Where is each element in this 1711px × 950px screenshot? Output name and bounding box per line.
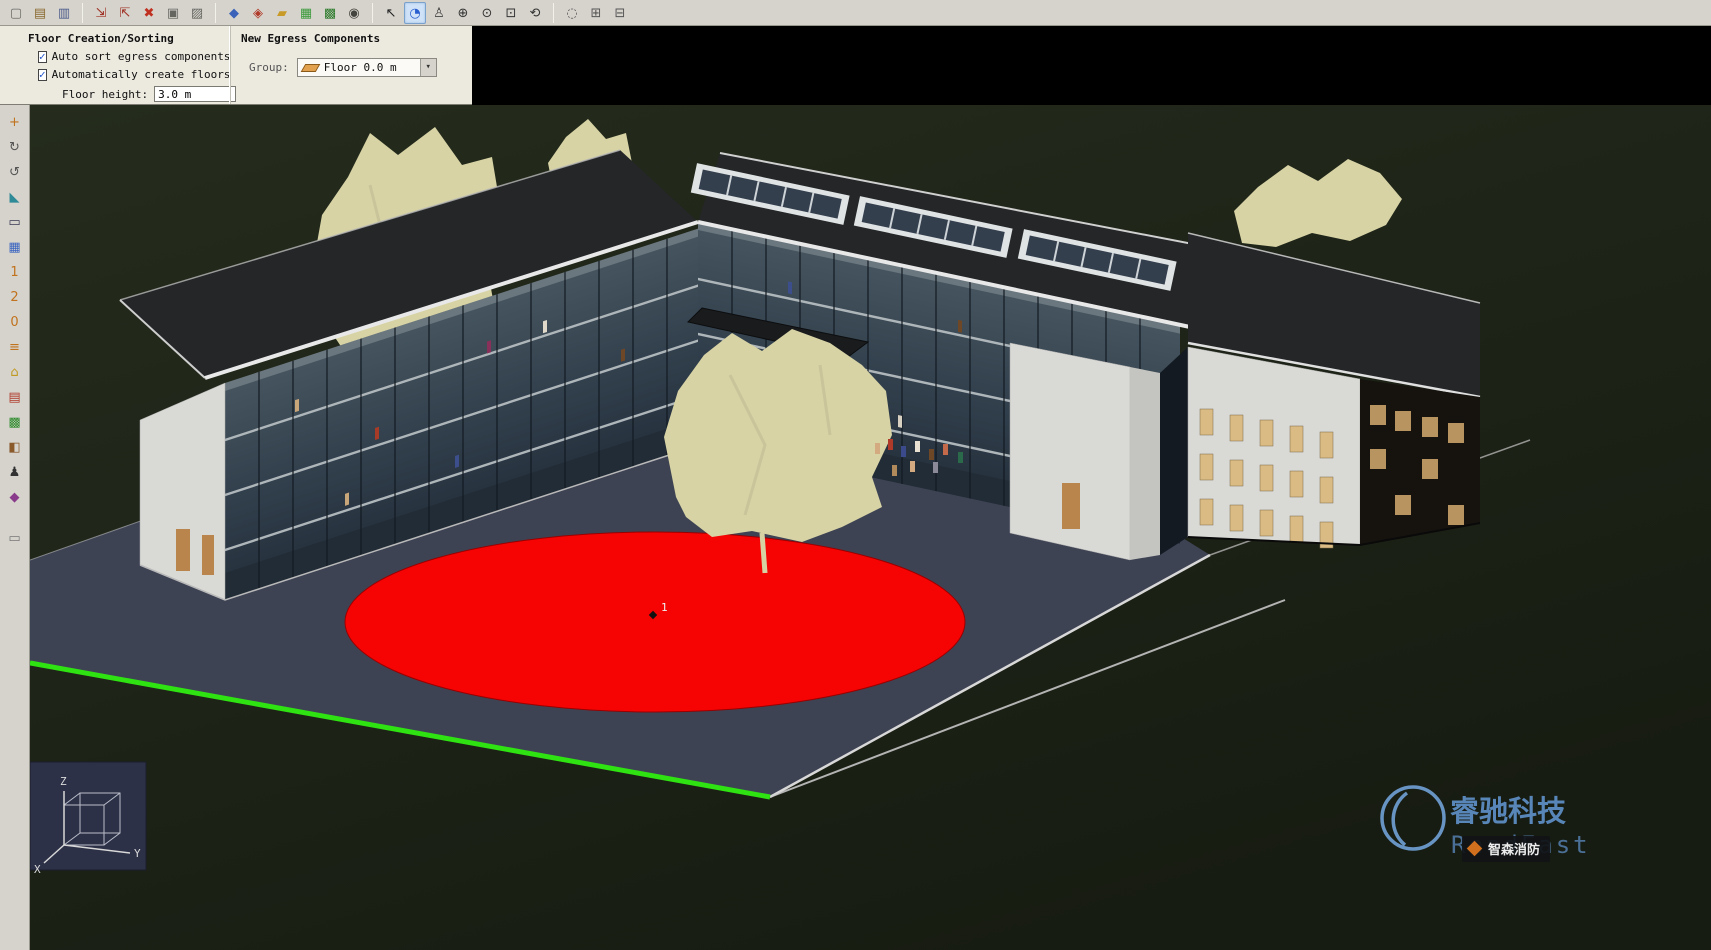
record-movie-button[interactable]: ◉ xyxy=(343,2,365,24)
stairs-tool[interactable]: ≡ xyxy=(4,336,26,358)
rectangle-tool[interactable]: ▭ xyxy=(4,211,26,233)
options-strip-background: Floor Creation/Sorting ✓ Auto sort egres… xyxy=(0,26,1711,105)
cone-view-tool[interactable]: ◣ xyxy=(4,186,26,208)
axis-gizmo[interactable]: Z Y X xyxy=(30,762,146,876)
open-3d-results-button[interactable]: ◆ xyxy=(223,2,245,24)
floor-height-label: Floor height: xyxy=(62,88,148,101)
occupant-distribution-zone[interactable]: 1 xyxy=(345,532,965,712)
zoom-box-tool-button[interactable]: ⊡ xyxy=(500,2,522,24)
top-toolbar: ▢▤▥ ⇲⇱✖▣▨ ◆◈▰▦▩◉ ↖◔♙⊕⊙⊡⟲ ◌⊞⊟ xyxy=(0,0,1711,26)
copy-view-button[interactable]: ▣ xyxy=(162,2,184,24)
mirror-object-tool[interactable]: ↺ xyxy=(4,161,26,183)
delete-results-button[interactable]: ✖ xyxy=(138,2,160,24)
floor-level-up-button[interactable]: 1 xyxy=(4,261,26,283)
measure-tool[interactable]: ▭ xyxy=(4,527,26,549)
open-file-button[interactable]: ▤ xyxy=(29,2,51,24)
3d-scene[interactable]: 1 xyxy=(30,105,1711,950)
exit-tool[interactable]: ▤ xyxy=(4,386,26,408)
door xyxy=(176,529,190,571)
watermark-title: 睿驰科技 xyxy=(1450,794,1566,828)
scenario-manager-button[interactable]: ▰ xyxy=(271,2,293,24)
floor-level-button[interactable]: 2 xyxy=(4,286,26,308)
floor-creation-panel: Floor Creation/Sorting ✓ Auto sort egres… xyxy=(0,26,230,104)
select-tool-button[interactable]: ↖ xyxy=(380,2,402,24)
dropdown-arrow-icon[interactable]: ▾ xyxy=(420,59,436,76)
checkbox-checked-icon[interactable]: ✓ xyxy=(38,51,47,63)
show-grid-button[interactable]: ⊟ xyxy=(609,2,631,24)
add-mesh-button[interactable]: ▦ xyxy=(295,2,317,24)
side-glass-gap xyxy=(1160,347,1188,555)
reset-camera-button[interactable]: ⟲ xyxy=(524,2,546,24)
auto-sort-checkbox[interactable]: ✓ Auto sort egress components xyxy=(38,50,230,63)
checkbox-checked-icon[interactable]: ✓ xyxy=(38,69,47,81)
toolbar-separator xyxy=(553,3,554,23)
auto-sort-label: Auto sort egress components xyxy=(52,50,231,63)
room-tool[interactable]: ▩ xyxy=(4,411,26,433)
marquee-select-button[interactable]: ◌ xyxy=(561,2,583,24)
zone-marker-label: 1 xyxy=(661,601,668,614)
save-file-button[interactable]: ▥ xyxy=(53,2,75,24)
watermark-badge-label: 智森消防 xyxy=(1488,842,1540,858)
door xyxy=(1062,483,1080,529)
behavior-tool[interactable]: ◆ xyxy=(4,486,26,508)
export-model-button[interactable]: ⇱ xyxy=(114,2,136,24)
floor-creation-title: Floor Creation/Sorting xyxy=(28,32,230,45)
left-toolbar: + ↻ ↺ ◣ ▭ ▦ 1 2 0 ≡ ⌂ ▤ ▩ ◧ ♟ ◆ ▭ xyxy=(0,105,30,950)
new-egress-title: New Egress Components xyxy=(241,32,472,45)
options-strip: Floor Creation/Sorting ✓ Auto sort egres… xyxy=(0,26,472,105)
rotate-object-tool[interactable]: ↻ xyxy=(4,136,26,158)
application-window: { "toolbar_top": { "icons": [ {"name":"n… xyxy=(0,0,1711,950)
3d-viewport[interactable]: 1 xyxy=(30,105,1711,950)
obstruction-tool[interactable]: ◧ xyxy=(4,436,26,458)
zoom-tool-button[interactable]: ⊙ xyxy=(476,2,498,24)
door xyxy=(202,535,214,575)
toolbar-separator xyxy=(82,3,83,23)
group-dropdown[interactable]: Floor 0.0 m ▾ xyxy=(297,58,437,77)
group-dropdown-value: Floor 0.0 m xyxy=(324,61,420,74)
group-label: Group: xyxy=(249,61,289,74)
auto-create-floors-checkbox[interactable]: ✓ Automatically create floors xyxy=(38,68,230,81)
pan-tool-button[interactable]: ⊕ xyxy=(452,2,474,24)
toolbar-separator xyxy=(372,3,373,23)
toolbar-separator xyxy=(215,3,216,23)
floor-level-down-button[interactable]: 0 xyxy=(4,311,26,333)
left-end-wall xyxy=(140,383,225,600)
import-model-button[interactable]: ⇲ xyxy=(90,2,112,24)
mesh-panel-tool[interactable]: ▦ xyxy=(4,236,26,258)
floor-height-input[interactable] xyxy=(154,86,236,102)
edit-mesh-button[interactable]: ▩ xyxy=(319,2,341,24)
orbit-tool-button[interactable]: ◔ xyxy=(404,2,426,24)
new-file-button[interactable]: ▢ xyxy=(5,2,27,24)
open-results-button[interactable]: ◈ xyxy=(247,2,269,24)
axis-z-label: Z xyxy=(60,775,67,788)
axis-x-label: X xyxy=(34,863,41,876)
tree-trunk xyxy=(762,533,765,573)
occupant-tool[interactable]: ♟ xyxy=(4,461,26,483)
door-tool[interactable]: ⌂ xyxy=(4,361,26,383)
add-grid-button[interactable]: ⊞ xyxy=(585,2,607,24)
move-object-tool[interactable]: + xyxy=(4,111,26,133)
auto-create-floors-label: Automatically create floors xyxy=(52,68,231,81)
axis-y-label: Y xyxy=(134,847,141,860)
new-egress-panel: New Egress Components Group: Floor 0.0 m… xyxy=(230,26,472,104)
roam-tool-button[interactable]: ♙ xyxy=(428,2,450,24)
right-wing-wall xyxy=(1010,343,1160,560)
paste-view-button[interactable]: ▨ xyxy=(186,2,208,24)
floor-icon xyxy=(300,64,320,72)
